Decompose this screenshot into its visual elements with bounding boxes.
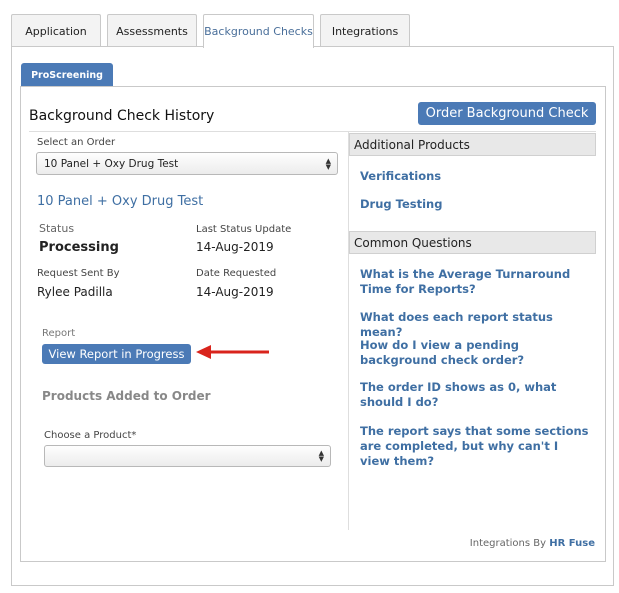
date-requested-label: Date Requested xyxy=(196,268,277,279)
last-status-update-value: 14-Aug-2019 xyxy=(196,240,274,254)
link-question-order-id[interactable]: The order ID shows as 0, what should I d… xyxy=(360,380,590,410)
annotation-arrow-icon xyxy=(196,345,269,359)
date-requested-value: 14-Aug-2019 xyxy=(196,285,274,299)
link-drug-testing[interactable]: Drug Testing xyxy=(360,197,590,212)
status-label: Status xyxy=(39,222,75,235)
product-select[interactable]: ▲ ▼ xyxy=(44,445,331,467)
select-order-label: Select an Order xyxy=(37,137,116,148)
footer-prefix: Integrations By xyxy=(469,538,547,549)
link-question-sections[interactable]: The report says that some sections are c… xyxy=(360,424,590,469)
divider xyxy=(29,131,596,132)
footer-brand-link[interactable]: HR Fuse xyxy=(549,538,595,549)
column-divider xyxy=(348,131,349,530)
link-question-pending[interactable]: How do I view a pending background check… xyxy=(360,338,590,368)
view-report-button[interactable]: View Report in Progress xyxy=(42,344,191,364)
status-value: Processing xyxy=(39,240,119,255)
footer-credit: Integrations By HR Fuse xyxy=(470,538,595,549)
link-question-turnaround[interactable]: What is the Average Turnaround Time for … xyxy=(360,267,590,297)
order-name: 10 Panel + Oxy Drug Test xyxy=(37,194,204,209)
tab-application[interactable]: Application xyxy=(11,14,101,47)
order-select[interactable]: 10 Panel + Oxy Drug Test ▲ ▼ xyxy=(36,152,338,175)
request-sent-by-label: Request Sent By xyxy=(37,268,120,279)
link-verifications[interactable]: Verifications xyxy=(360,169,590,184)
report-label: Report xyxy=(42,328,76,339)
additional-products-header: Additional Products xyxy=(349,133,596,156)
page-title: Background Check History xyxy=(29,108,215,124)
select-arrows-icon: ▲ ▼ xyxy=(325,156,331,171)
products-added-heading: Products Added to Order xyxy=(42,389,211,403)
request-sent-by-value: Rylee Padilla xyxy=(37,285,113,299)
last-status-update-label: Last Status Update xyxy=(196,224,292,235)
tab-assessments[interactable]: Assessments xyxy=(107,14,197,47)
tab-background-checks[interactable]: Background Checks xyxy=(203,14,314,48)
tab-proscreening[interactable]: ProScreening xyxy=(21,63,113,87)
order-select-value: 10 Panel + Oxy Drug Test xyxy=(44,157,179,170)
common-questions-header: Common Questions xyxy=(349,231,596,254)
tab-integrations[interactable]: Integrations xyxy=(320,14,410,47)
order-background-check-button[interactable]: Order Background Check xyxy=(418,102,596,125)
select-arrows-icon: ▲ ▼ xyxy=(318,449,324,463)
choose-product-label: Choose a Product* xyxy=(44,430,137,441)
link-question-status[interactable]: What does each report status mean? xyxy=(360,310,590,340)
